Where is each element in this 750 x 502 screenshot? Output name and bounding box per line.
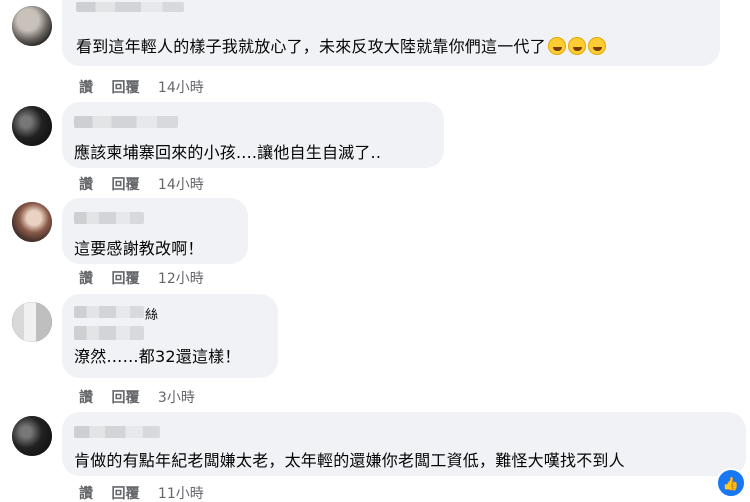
comment-text: 肯做的有點年紀老闆嫌太老，太年輕的還嫌你老闆工資低，難怪大嘆找不到人	[74, 451, 625, 470]
author-name-redacted[interactable]	[74, 116, 178, 128]
author-name-redacted[interactable]	[76, 2, 184, 12]
comment-bubble: 肯做的有點年紀老闆嫌太老，太年輕的還嫌你老闆工資低，難怪大嘆找不到人	[62, 412, 746, 476]
comment-actions: 讚 回覆 3小時	[79, 387, 209, 407]
comment-actions: 讚 回覆 11小時	[79, 483, 218, 502]
reply-button[interactable]: 回覆	[111, 80, 139, 96]
comment-bubble: 絲 潦然……都32還這樣！	[62, 294, 278, 378]
author-name-suffix[interactable]: 絲	[145, 304, 158, 323]
comment-actions: 讚 回覆 14小時	[79, 174, 218, 194]
reply-button[interactable]: 回覆	[111, 390, 139, 406]
reply-button[interactable]: 回覆	[111, 486, 139, 502]
avatar[interactable]	[12, 302, 52, 342]
laughing-crying-emoji-icon	[587, 37, 606, 55]
facebook-reaction-badge-icon: 👍	[716, 468, 746, 498]
comment-actions: 讚 回覆 14小時	[79, 77, 218, 97]
comment-text: 潦然……都32還這樣！	[74, 347, 241, 366]
comment-bubble: 應該柬埔寨回來的小孩....讓他自生自滅了..	[62, 102, 444, 168]
like-button[interactable]: 讚	[79, 390, 93, 406]
like-button[interactable]: 讚	[79, 486, 93, 502]
comment-timestamp[interactable]: 11小時	[158, 486, 204, 502]
comment-text-body: 看到這年輕人的樣子我就放心了，未來反攻大陸就靠你們這一代了	[76, 37, 546, 56]
like-button[interactable]: 讚	[79, 80, 93, 96]
comment-bubble: 這要感謝教改啊！	[62, 198, 248, 264]
author-name-redacted[interactable]	[74, 426, 160, 438]
comment-timestamp[interactable]: 14小時	[158, 177, 204, 193]
comment-text: 這要感謝教改啊！	[74, 239, 204, 258]
avatar[interactable]	[12, 416, 52, 456]
avatar[interactable]	[12, 202, 52, 242]
laughing-crying-emoji-icon	[547, 37, 566, 55]
comment-text: 看到這年輕人的樣子我就放心了，未來反攻大陸就靠你們這一代了	[76, 36, 708, 58]
author-name-redacted[interactable]	[74, 212, 144, 224]
author-name-redacted[interactable]	[74, 306, 144, 318]
author-name-redacted	[74, 326, 144, 340]
comment-timestamp[interactable]: 3小時	[158, 390, 195, 406]
like-button[interactable]: 讚	[79, 271, 93, 287]
comment-actions: 讚 回覆 12小時	[79, 268, 218, 288]
laughing-crying-emoji-icon	[567, 37, 586, 55]
avatar[interactable]	[12, 106, 52, 146]
comment-timestamp[interactable]: 14小時	[158, 80, 204, 96]
reply-button[interactable]: 回覆	[111, 177, 139, 193]
avatar[interactable]	[12, 6, 52, 46]
comment-bubble: 看到這年輕人的樣子我就放心了，未來反攻大陸就靠你們這一代了	[62, 0, 720, 66]
comment-text: 應該柬埔寨回來的小孩....讓他自生自滅了..	[74, 143, 382, 162]
like-button[interactable]: 讚	[79, 177, 93, 193]
comment-timestamp[interactable]: 12小時	[158, 271, 204, 287]
reply-button[interactable]: 回覆	[111, 271, 139, 287]
